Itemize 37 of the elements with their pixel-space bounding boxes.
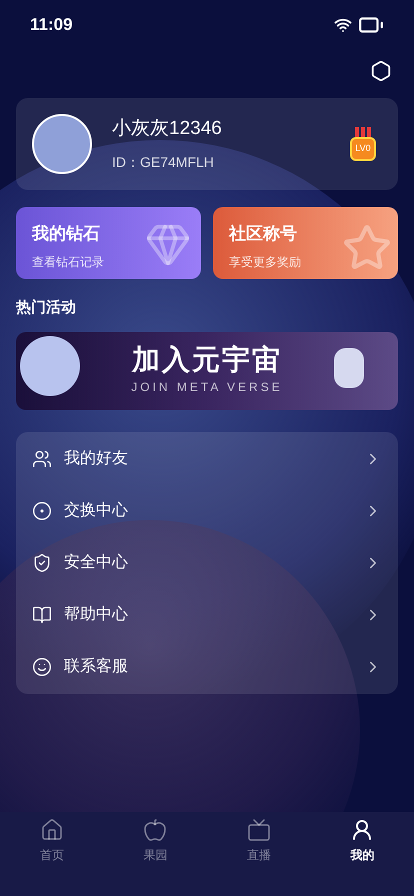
status-time: 11:09 bbox=[30, 14, 73, 36]
card-subtitle: 查看钻石记录 bbox=[32, 254, 105, 270]
menu-item[interactable]: 交换中心 bbox=[16, 484, 398, 536]
menu-item[interactable]: 安全中心 bbox=[16, 536, 398, 588]
menu-label: 联系客服 bbox=[64, 656, 129, 676]
tab-item[interactable]: 直播 bbox=[207, 818, 310, 864]
section-title: 热门活动 bbox=[16, 298, 77, 318]
tab-item[interactable]: 首页 bbox=[0, 818, 104, 864]
banner-title: 加入元宇宙 bbox=[132, 346, 282, 374]
target-icon bbox=[32, 500, 52, 520]
user-name: 小灰灰12346 bbox=[112, 117, 223, 142]
planet-drawing bbox=[20, 336, 80, 396]
menu-label: 我的好友 bbox=[64, 448, 129, 468]
menu-label: 帮助中心 bbox=[64, 604, 129, 624]
home-icon bbox=[40, 818, 64, 842]
menu-item[interactable]: 我的好友 bbox=[16, 432, 398, 484]
diamond-card[interactable]: 我的钻石 查看钻石记录 bbox=[16, 207, 201, 279]
event-banner[interactable]: 加入元宇宙 JOIN META VERSE bbox=[16, 332, 398, 410]
card-title: 我的钻石 bbox=[32, 223, 101, 245]
card-title: 社区称号 bbox=[229, 223, 298, 245]
tab-item[interactable]: 果园 bbox=[104, 818, 207, 864]
menu-item[interactable]: 帮助中心 bbox=[16, 588, 398, 640]
card-subtitle: 享受更多奖励 bbox=[229, 254, 302, 270]
book-icon bbox=[32, 604, 52, 624]
tab-item[interactable]: 我的 bbox=[310, 818, 414, 864]
astronaut-drawing bbox=[334, 348, 364, 388]
shield-icon bbox=[32, 552, 52, 572]
smile-icon bbox=[32, 656, 52, 676]
users-icon bbox=[32, 448, 52, 468]
banner-subtitle: JOIN META VERSE bbox=[131, 378, 283, 396]
menu-label: 交换中心 bbox=[64, 500, 129, 520]
user-id: ID：GE74MFLH bbox=[112, 152, 215, 172]
apple-icon bbox=[143, 818, 168, 842]
tv-icon bbox=[246, 818, 271, 842]
menu-label: 安全中心 bbox=[64, 552, 129, 572]
wifi-icon bbox=[334, 16, 352, 34]
menu-item[interactable]: 联系客服 bbox=[16, 640, 398, 692]
